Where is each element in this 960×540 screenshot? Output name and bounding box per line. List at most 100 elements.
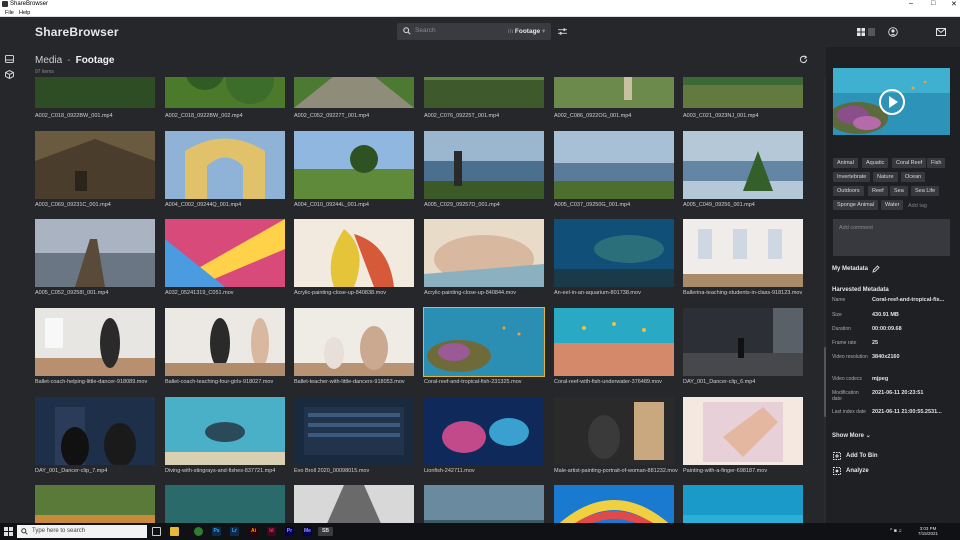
media-thumbnail[interactable] [294,219,414,287]
media-thumbnail[interactable] [165,131,285,199]
media-tile[interactable]: A005_C037_09250G_001.mp4 [554,131,674,209]
media-tile[interactable]: Ballet-coach-teaching-four-girls-918027.… [165,308,285,386]
media-tile[interactable]: A003_C069_09231C_001.mp4 [35,131,155,209]
media-tile[interactable]: Lionfish-242711.mov [424,397,544,475]
app-icon-ai[interactable]: Ai [249,527,258,536]
app-icon-pr[interactable]: Pr [285,527,294,536]
menu-file[interactable]: File [5,10,14,16]
list-view-icon[interactable] [868,28,875,36]
tag-chip[interactable]: Coral Reef [892,158,927,168]
media-thumbnail[interactable] [424,485,544,523]
storage-drive-icon[interactable] [5,55,14,63]
media-thumbnail[interactable] [165,77,285,108]
media-thumbnail[interactable] [683,308,803,376]
media-tile[interactable] [35,485,155,523]
media-thumbnail[interactable] [294,397,414,465]
app-icon-me[interactable]: Me [303,527,312,536]
media-thumbnail[interactable] [294,485,414,523]
media-thumbnail[interactable] [424,131,544,199]
media-tile[interactable]: A032_05241319_C051.mov [165,219,285,297]
media-tile[interactable]: Acrylic-painting-close-up-840838.mov [294,219,414,297]
analyze-button[interactable]: Analyze [846,468,869,474]
media-thumbnail[interactable] [424,397,544,465]
media-tile[interactable]: Ballerina-teaching-students-in-class-918… [683,219,803,297]
close-icon[interactable]: ✕ [951,0,957,8]
media-tile[interactable]: Coral-reef-with-fish-underwater-376489.m… [554,308,674,386]
task-view-icon[interactable] [152,527,161,536]
media-thumbnail[interactable] [554,485,674,523]
media-tile[interactable]: Diving-with-stingrays-and-fishes-837721.… [165,397,285,475]
media-thumbnail[interactable] [683,485,803,523]
media-tile[interactable]: A005_C049_09256_001.mp4 [683,131,803,209]
media-thumbnail[interactable] [35,397,155,465]
tag-chip[interactable]: Fish [927,158,946,168]
tag-chip[interactable]: Animal [833,158,858,168]
add-tag-input[interactable]: Add tag [908,203,927,209]
media-thumbnail[interactable] [424,77,544,108]
media-tile[interactable] [165,485,285,523]
media-thumbnail[interactable] [165,219,285,287]
file-explorer-icon[interactable] [170,527,179,536]
media-thumbnail[interactable] [683,131,803,199]
filter-settings-icon[interactable] [558,27,567,36]
media-thumbnail[interactable] [683,219,803,287]
tag-chip[interactable]: Sea Life [911,186,940,196]
taskbar-search[interactable]: Type here to search [17,525,147,538]
menu-help[interactable]: Help [19,10,30,16]
tag-chip[interactable]: Water [881,200,904,210]
media-thumbnail[interactable] [294,308,414,376]
app-icon-ps[interactable]: Ps [212,527,221,536]
media-tile[interactable] [683,485,803,523]
play-icon[interactable] [878,88,906,116]
media-thumbnail[interactable] [294,77,414,108]
tag-chip[interactable]: Ocean [901,172,926,182]
media-thumbnail[interactable] [554,77,674,108]
media-thumbnail[interactable] [424,219,544,287]
refresh-icon[interactable] [799,55,808,64]
media-tile[interactable]: Ballet-teacher-with-little-dancers-91805… [294,308,414,386]
media-thumbnail[interactable] [35,77,155,108]
media-tile[interactable]: DAY_001_Dancer-clip_7.mp4 [35,397,155,475]
media-tile[interactable]: A005_C052_09258I_001.mp4 [35,219,155,297]
media-tile[interactable] [294,485,414,523]
search-scope[interactable]: in Footage ▾ [508,27,545,35]
media-tile[interactable] [554,485,674,523]
media-tile[interactable]: Acrylic-painting-close-up-840844.mov [424,219,544,297]
media-tile[interactable]: A005_C029_09257D_001.mp4 [424,131,544,209]
app-icon-sharebrowser[interactable]: SB [318,527,333,536]
media-tile[interactable] [424,485,544,523]
media-thumbnail[interactable] [294,131,414,199]
show-more-button[interactable]: Show More ⌄ [832,432,871,439]
media-thumbnail[interactable] [683,77,803,108]
media-thumbnail[interactable] [35,308,155,376]
tag-chip[interactable]: Nature [873,172,898,182]
tag-chip[interactable]: Outdoors [833,186,864,196]
media-thumbnail[interactable] [35,131,155,199]
search-input[interactable]: Search in Footage ▾ [397,23,551,40]
tag-chip[interactable]: Invertebrate [833,172,871,182]
app-icon-lr[interactable]: Lr [230,527,239,536]
app-icon-id[interactable]: Id [267,527,276,536]
system-tray-icons[interactable]: ^ ■ ♫ [890,528,902,534]
add-to-bin-button[interactable]: Add To Bin [846,453,878,459]
media-tile[interactable]: Coral-reef-and-tropical-fish-231325.mov [423,307,545,386]
media-tile[interactable]: Male-artist-painting-portrait-of-woman-8… [554,397,678,475]
minimize-icon[interactable]: – [909,0,913,7]
mail-icon[interactable] [936,28,946,36]
tag-chip[interactable]: Sponge Animal [833,200,878,210]
comment-field[interactable]: Add comment [833,219,950,256]
media-thumbnail[interactable] [35,219,155,287]
video-preview[interactable] [833,68,950,135]
media-thumbnail[interactable] [165,485,285,523]
breadcrumb-media[interactable]: Media [35,55,62,66]
media-tile[interactable]: An-eel-in-an-aquarium-801738.mov [554,219,674,297]
media-thumbnail[interactable] [683,397,803,465]
media-tile[interactable]: Painting-with-a-finger-698187.mov [683,397,803,475]
media-thumbnail[interactable] [165,397,285,465]
windows-start-icon[interactable] [4,527,13,536]
user-account-icon[interactable] [888,27,898,37]
package-cube-icon[interactable] [5,70,14,79]
media-tile[interactable]: Ballet-coach-helping-little-dancer-91808… [35,308,155,386]
media-tile[interactable]: Evo Broll 2020_00098015.mov [294,397,414,475]
taskbar-clock[interactable]: 3:03 PM 7/15/2021 [918,526,938,536]
